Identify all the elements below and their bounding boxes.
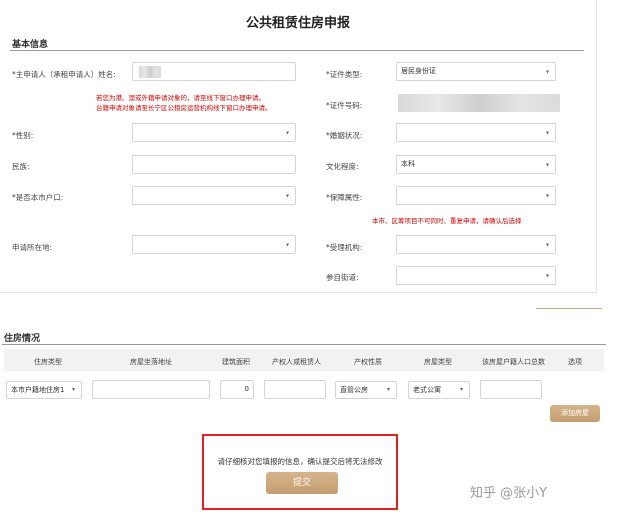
applicant-name-input[interactable]: [132, 62, 296, 81]
ethnicity-label: 民族:: [12, 162, 30, 171]
col-options: 选项: [568, 358, 582, 366]
district-select[interactable]: ▾: [132, 235, 296, 254]
add-house-button[interactable]: 添加房屋: [550, 405, 600, 422]
section-divider: [2, 344, 606, 345]
warning-text-duplicate-application: 本市、区筹项目不可同时、重复申请，请确认后选择: [372, 217, 522, 225]
street-label: 参自街道:: [326, 273, 359, 282]
chevron-down-icon: ▾: [545, 68, 549, 75]
col-registered-count: 该房屋户籍人口总数: [482, 358, 545, 366]
col-house-type: 房屋类型: [424, 358, 452, 366]
submit-notice: 请仔细核对您填报的信息，确认提交后将无法修改: [217, 457, 383, 466]
chevron-down-icon: ▾: [459, 386, 463, 393]
chevron-down-icon: ▾: [71, 386, 75, 393]
gender-label: *性别:: [12, 131, 34, 140]
marital-status-select[interactable]: ▾: [396, 123, 556, 142]
hukou-select[interactable]: ▾: [132, 186, 296, 205]
applicant-name-label: *主申请人（承租申请人）姓名:: [12, 70, 116, 79]
district-label: 申请所在地:: [12, 243, 53, 252]
address-input[interactable]: [92, 380, 210, 399]
housing-type-value: 本市户籍地住房1: [11, 386, 65, 394]
chevron-down-icon: ▾: [285, 129, 289, 136]
house-type-value: 老式公寓: [413, 386, 441, 394]
agency-label: *受理机构:: [326, 243, 363, 252]
housing-type-select[interactable]: 本市户籍地住房1 ▾: [6, 381, 82, 399]
education-value: 本科: [401, 160, 415, 168]
marital-status-label: *婚姻状况:: [326, 131, 363, 140]
id-type-select[interactable]: 居民身份证 ▾: [396, 62, 556, 81]
decorative-line: [536, 308, 602, 309]
area-input[interactable]: 0: [220, 380, 254, 399]
col-property-nature: 产权性质: [354, 358, 382, 366]
property-nature-select[interactable]: 直管公房 ▾: [335, 381, 397, 399]
chevron-down-icon: ▾: [545, 129, 549, 136]
page-title: 公共租赁住房申报: [245, 16, 350, 31]
gender-select[interactable]: ▾: [132, 123, 296, 142]
id-type-value: 居民身份证: [401, 67, 436, 75]
col-housing-type: 住房类型: [34, 358, 62, 366]
section-title-basic-info: 基本信息: [12, 40, 49, 50]
col-area: 建筑面积: [222, 358, 250, 366]
house-type-select[interactable]: 老式公寓 ▾: [408, 381, 470, 399]
chevron-down-icon: ▾: [285, 241, 289, 248]
chevron-down-icon: ▾: [545, 241, 549, 248]
warning-text-taiwan: 台籍申请对象请至长宁区公租房运营机构线下窗口办理申请。: [96, 104, 272, 112]
submit-button[interactable]: 提交: [266, 472, 338, 494]
id-type-label: *证件类型:: [326, 70, 363, 79]
street-select[interactable]: ▾: [396, 266, 556, 285]
chevron-down-icon: ▾: [386, 386, 390, 393]
hukou-label: *是否本市户口:: [12, 193, 64, 202]
guarantee-type-label: *保障属性:: [326, 193, 363, 202]
id-number-label: *证件号码:: [326, 101, 363, 110]
guarantee-type-select[interactable]: ▾: [396, 186, 556, 205]
education-label: 文化程度:: [326, 162, 359, 171]
property-nature-value: 直管公房: [340, 386, 368, 394]
section-divider: [10, 50, 584, 51]
col-address: 房屋坐落地址: [130, 358, 172, 366]
id-number-input-redacted[interactable]: [398, 94, 560, 112]
agency-select[interactable]: ▾: [396, 235, 556, 254]
chevron-down-icon: ▾: [545, 161, 549, 168]
chevron-down-icon: ▾: [545, 192, 549, 199]
education-select[interactable]: 本科 ▾: [396, 155, 556, 174]
owner-input[interactable]: [264, 380, 326, 399]
section-title-housing: 住房情况: [4, 334, 41, 344]
warning-text-hk-macau: 若您为港、澳或外籍申请对象的，请至线下窗口办理申请。: [96, 94, 265, 102]
watermark-text: 知乎 @张小Y: [470, 486, 548, 501]
ethnicity-input[interactable]: [132, 155, 296, 174]
registered-count-input[interactable]: [480, 380, 542, 399]
col-owner: 产权人或租赁人: [272, 358, 321, 366]
chevron-down-icon: ▾: [285, 192, 289, 199]
redacted-name: [139, 66, 161, 78]
chevron-down-icon: ▾: [545, 272, 549, 279]
